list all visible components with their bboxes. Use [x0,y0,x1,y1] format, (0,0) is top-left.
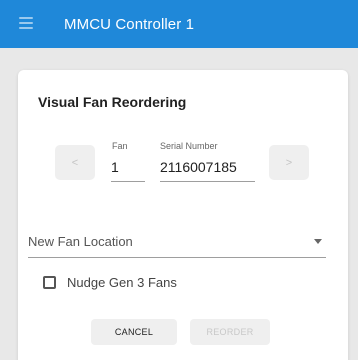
app-bar: MMCU Controller 1 [0,0,358,48]
serial-number-underline [160,181,255,182]
card-title: Visual Fan Reordering [38,94,187,110]
serial-number-label: Serial Number [160,141,218,151]
serial-number-value[interactable]: 2116007185 [160,159,237,175]
fan-underline [111,181,145,182]
select-underline [28,257,326,258]
reorder-button[interactable]: REORDER [190,319,270,345]
new-fan-location-label: New Fan Location [28,234,133,249]
app-title: MMCU Controller 1 [64,16,195,33]
fan-label: Fan [112,141,128,151]
nudge-gen3-label[interactable]: Nudge Gen 3 Fans [67,275,177,290]
fan-value[interactable]: 1 [111,159,119,175]
new-fan-location-select[interactable]: New Fan Location [28,230,326,258]
nudge-gen3-checkbox[interactable] [43,276,56,289]
previous-fan-button[interactable]: < [55,145,95,180]
dropdown-arrow-icon [314,239,322,244]
hamburger-menu-icon[interactable] [19,17,33,29]
cancel-button[interactable]: CANCEL [91,319,177,345]
next-fan-button[interactable]: > [269,145,309,180]
fan-reorder-card: Visual Fan Reordering < Fan 1 Serial Num… [18,70,348,360]
